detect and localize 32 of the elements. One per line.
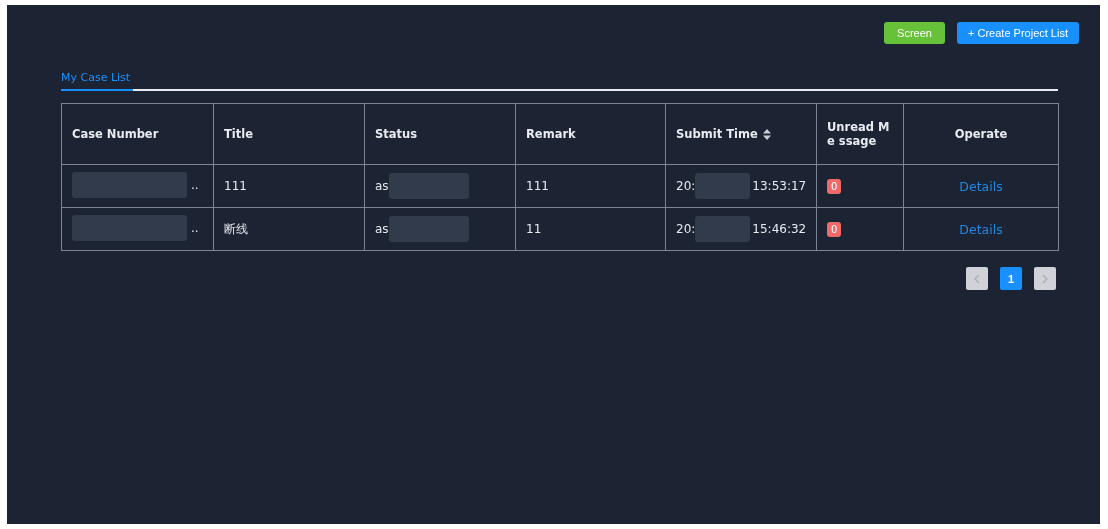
redacted-block	[695, 173, 751, 199]
table-cell: 111	[224, 179, 247, 193]
column-header: Operate	[954, 127, 1008, 141]
sort-icon[interactable]	[762, 128, 771, 140]
table-cell: 11	[526, 222, 542, 236]
details-link[interactable]: Details	[959, 178, 1003, 194]
table-cell: as	[375, 222, 389, 236]
table-cell: 111	[526, 179, 549, 193]
tab[interactable]: My Case List	[61, 71, 133, 91]
column-header: Case Number	[72, 127, 159, 141]
unread-badge: 0	[827, 221, 842, 237]
table-cell: 20:	[676, 179, 696, 193]
column-header[interactable]: Submit Time	[676, 127, 758, 141]
unread-badge: 0	[827, 178, 842, 194]
table-cell: as	[375, 179, 389, 193]
table-cell: 断线	[224, 221, 248, 236]
chevron-left-icon	[974, 273, 980, 284]
column-header: Remark	[526, 127, 576, 141]
table-cell: ..	[191, 177, 199, 192]
create-button[interactable]: + Create Project List	[957, 22, 1079, 44]
table-cell: 20:	[676, 222, 696, 236]
table-cell: ..	[191, 220, 199, 235]
screen-button[interactable]: Screen	[884, 22, 945, 44]
table-cell: 15:46:32	[752, 222, 807, 236]
page-button[interactable]: 1	[1000, 267, 1022, 290]
redacted-block	[695, 216, 751, 242]
table-cell: 13:53:17	[752, 179, 807, 193]
chevron-right-icon	[1042, 273, 1048, 284]
column-header: Unread Me ssage	[827, 120, 891, 148]
column-header: Status	[375, 127, 418, 141]
column-header: Title	[224, 127, 254, 141]
details-link[interactable]: Details	[959, 221, 1003, 237]
